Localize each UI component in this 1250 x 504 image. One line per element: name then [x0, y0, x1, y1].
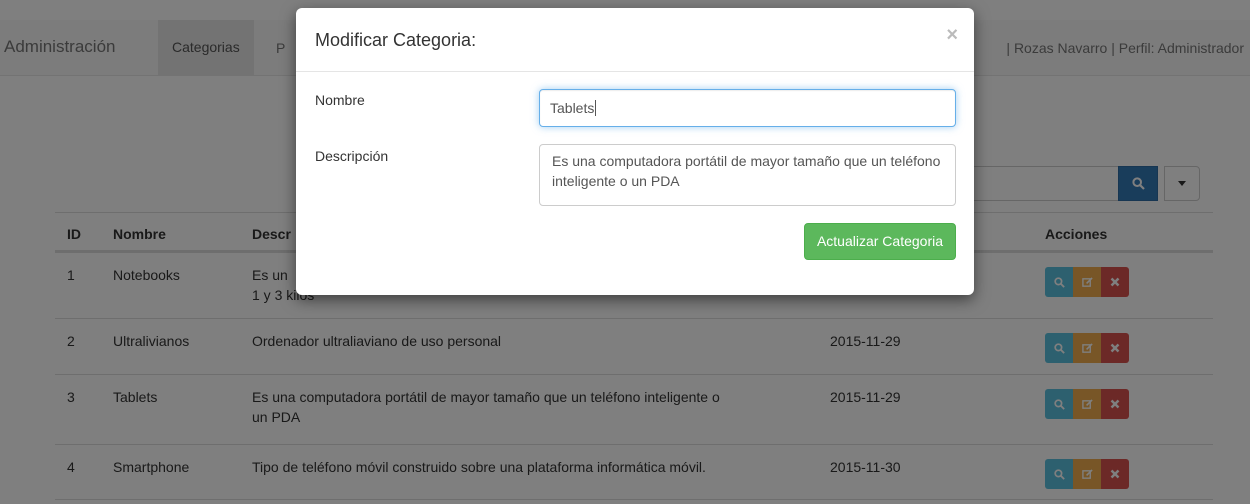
descripcion-label: Descripción	[315, 148, 389, 164]
edit-category-modal: Modificar Categoria: × Nombre Tablets De…	[296, 8, 974, 295]
modal-title: Modificar Categoria:	[315, 30, 477, 50]
nombre-label: Nombre	[315, 92, 365, 108]
descripcion-textarea[interactable]: Es una computadora portátil de mayor tam…	[539, 144, 956, 206]
close-icon[interactable]: ×	[946, 24, 958, 47]
update-category-button[interactable]: Actualizar Categoria	[803, 223, 956, 260]
modal-header: Modificar Categoria: ×	[296, 8, 974, 72]
nombre-input[interactable]: Tablets	[539, 89, 956, 127]
